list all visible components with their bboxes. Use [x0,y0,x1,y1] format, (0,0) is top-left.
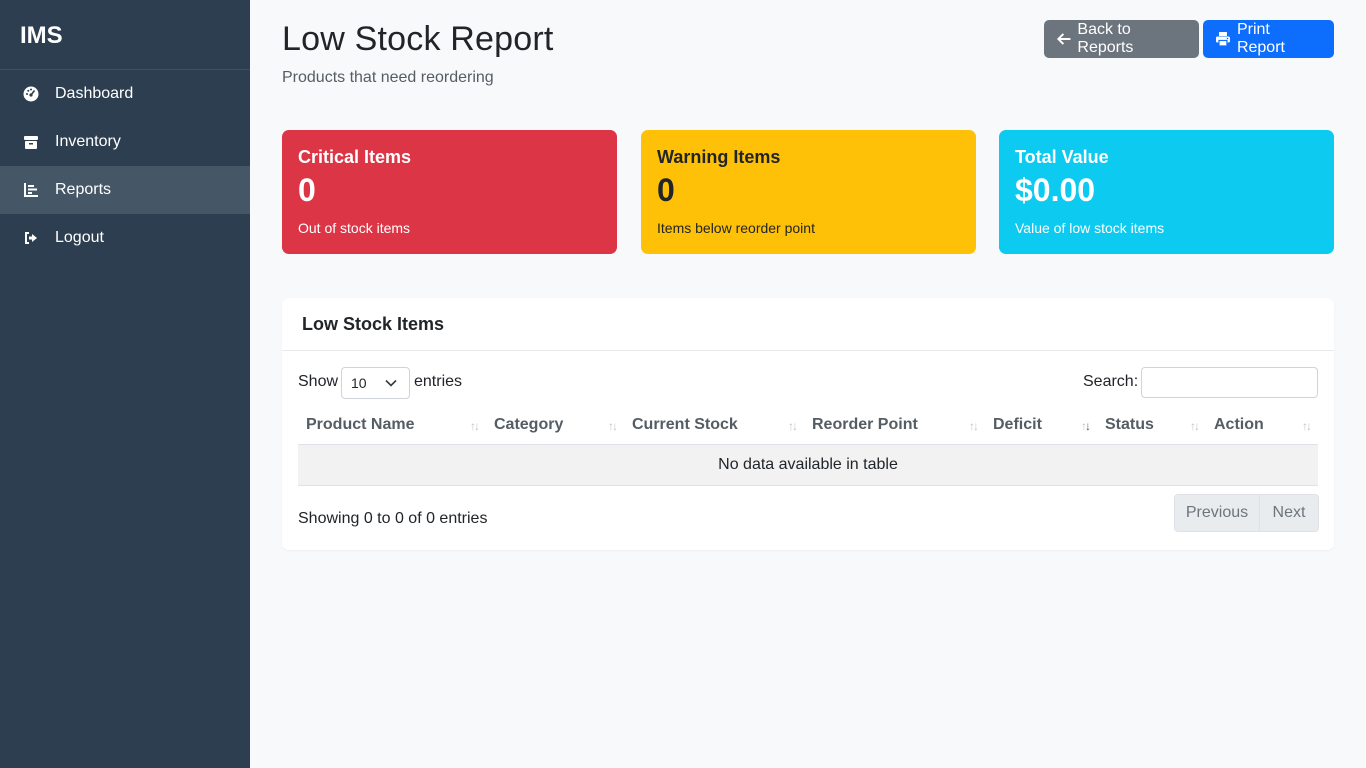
pagination: Previous Next [1174,494,1319,532]
card-value: 0 [657,172,675,208]
sidebar-item-label: Dashboard [55,85,134,102]
low-stock-items-panel: Low Stock Items Show 10 entries Search: … [282,298,1334,550]
table-row: No data available in table [298,444,1318,486]
box-icon [22,133,40,151]
sidebar-item-label: Inventory [55,133,121,150]
back-to-reports-button[interactable]: Back to Reports [1044,20,1199,58]
sidebar: IMS Dashboard Inventory Reports Logout [0,0,250,768]
sidebar-item-logout[interactable]: Logout [0,214,250,262]
card-title: Total Value [1015,147,1109,167]
print-report-button[interactable]: Print Report [1203,20,1334,58]
column-header-category[interactable]: Category ↑↓ [486,407,624,445]
entries-label: entries [414,373,463,390]
previous-page-button[interactable]: Previous [1175,495,1260,531]
sort-icon: ↑↓ [969,419,979,433]
chart-bar-icon [22,181,40,199]
column-header-reorder-point[interactable]: Reorder Point ↑↓ [804,407,985,445]
sort-icon: ↑↓ [1190,419,1200,433]
column-header-product-name[interactable]: Product Name ↑↓ [298,407,486,445]
sort-icon: ↑↓ [470,419,480,433]
printer-icon [1215,32,1230,47]
column-header-status[interactable]: Status ↑↓ [1097,407,1206,445]
card-title: Critical Items [298,147,412,167]
sort-icon: ↑↓ [1302,419,1312,433]
show-label: Show [298,373,339,390]
brand-logo[interactable]: IMS [0,0,250,70]
main-content: Low Stock Report Products that need reor… [250,0,1366,768]
sort-icon: ↑↓ [608,419,618,433]
table-header-row: Product Name ↑↓ Category ↑↓ Current Stock ↑… [298,407,1318,445]
back-button-label: Back to Reports [1077,21,1134,56]
chevron-down-icon [385,379,397,387]
sidebar-item-inventory[interactable]: Inventory [0,118,250,166]
card-value: 0 [298,172,316,208]
search-input[interactable] [1141,367,1318,398]
arrow-left-icon [1056,33,1071,45]
sort-icon: ↑↓ [788,419,798,433]
empty-table-message: No data available in table [298,444,1318,486]
card-value: $0.00 [1015,172,1096,208]
next-page-button[interactable]: Next [1260,495,1318,531]
sidebar-item-label: Reports [55,181,112,198]
table-info: Showing 0 to 0 of 0 entries [298,510,488,527]
panel-title: Low Stock Items [282,298,1334,351]
page-size-value: 10 [351,375,367,391]
logout-icon [22,229,40,247]
sidebar-item-dashboard[interactable]: Dashboard [0,70,250,118]
warning-items-card: Warning Items 0 Items below reorder poin… [641,130,976,254]
column-header-action[interactable]: Action ↑↓ [1206,407,1318,445]
sort-desc-icon: ↑↓ [1081,419,1091,433]
card-description: Out of stock items [298,220,411,236]
total-value-card: Total Value $0.00 Value of low stock ite… [999,130,1334,254]
column-header-deficit[interactable]: Deficit ↑↓ [985,407,1097,445]
gauge-icon [22,85,40,103]
table-controls: Show 10 entries Search: [298,367,1318,399]
print-button-label: Print Report [1236,21,1285,56]
page-title: Low Stock Report [282,20,554,58]
sidebar-item-reports[interactable]: Reports [0,166,250,214]
page-size-select[interactable]: 10 [341,367,410,399]
sidebar-item-label: Logout [55,229,104,246]
card-title: Warning Items [657,147,781,167]
search-label: Search: [1083,373,1139,390]
critical-items-card: Critical Items 0 Out of stock items [282,130,617,254]
card-description: Value of low stock items [1015,220,1165,236]
column-header-current-stock[interactable]: Current Stock ↑↓ [624,407,804,445]
card-description: Items below reorder point [657,220,815,236]
page-subtitle: Products that need reordering [282,69,494,86]
low-stock-table: Product Name ↑↓ Category ↑↓ Current Stock ↑… [298,407,1318,486]
